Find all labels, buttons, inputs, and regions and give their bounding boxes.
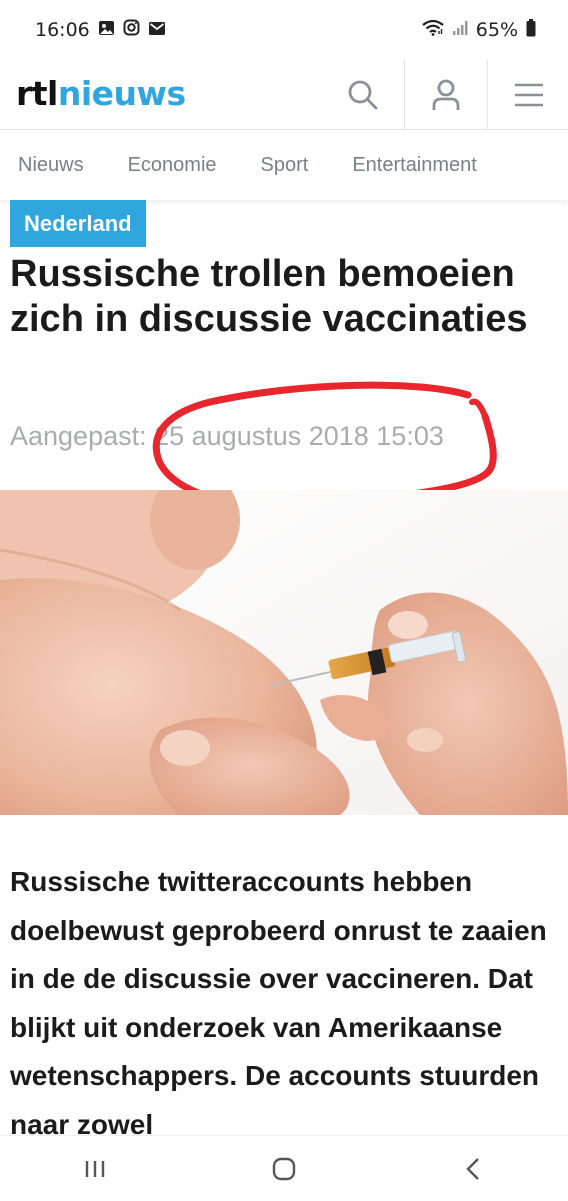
image-icon (98, 19, 115, 41)
article-hero-image (0, 490, 568, 815)
instagram-icon (123, 19, 140, 41)
search-button[interactable] (322, 60, 404, 129)
category-badge[interactable]: Nederland (10, 200, 146, 247)
status-time: 16:06 (35, 19, 90, 41)
article-updated-date: Aangepast: 25 augustus 2018 15:03 (10, 421, 444, 451)
article-headline: Russische trollen bemoeien zich in discu… (10, 253, 528, 340)
status-bar: 16:06 65% (0, 0, 568, 60)
status-right: 65% (422, 18, 536, 42)
home-button[interactable] (244, 1144, 324, 1194)
site-header: rtlnieuws (0, 60, 568, 130)
category-nav: Nieuws Economie Sport Entertainment (0, 130, 568, 200)
account-icon (432, 79, 460, 110)
back-icon (466, 1157, 480, 1180)
recent-apps-button[interactable] (55, 1144, 135, 1194)
home-icon (272, 1157, 296, 1180)
recent-apps-icon (85, 1160, 104, 1177)
nav-item-economie[interactable]: Economie (128, 154, 217, 177)
rtl-nieuws-logo[interactable]: rtlnieuws (16, 74, 186, 114)
menu-icon (515, 83, 543, 106)
status-left: 16:06 (35, 19, 166, 41)
logo-rtl: rtl (16, 74, 58, 113)
logo-nieuws: nieuws (57, 74, 186, 113)
menu-button[interactable] (488, 60, 568, 129)
mail-icon (148, 19, 166, 41)
wifi-icon (422, 19, 444, 41)
system-navigation-bar (0, 1135, 568, 1201)
battery-percentage: 65% (475, 19, 518, 41)
back-button[interactable] (433, 1144, 513, 1194)
account-button[interactable] (405, 60, 487, 129)
battery-icon (526, 18, 536, 42)
nav-item-nieuws[interactable]: Nieuws (18, 154, 84, 177)
nav-item-sport[interactable]: Sport (261, 154, 309, 177)
signal-icon (452, 19, 468, 41)
nav-item-entertainment[interactable]: Entertainment (352, 154, 477, 177)
article-lead: Russische twitteraccounts hebben doelbew… (10, 866, 547, 1140)
search-icon (348, 80, 378, 109)
